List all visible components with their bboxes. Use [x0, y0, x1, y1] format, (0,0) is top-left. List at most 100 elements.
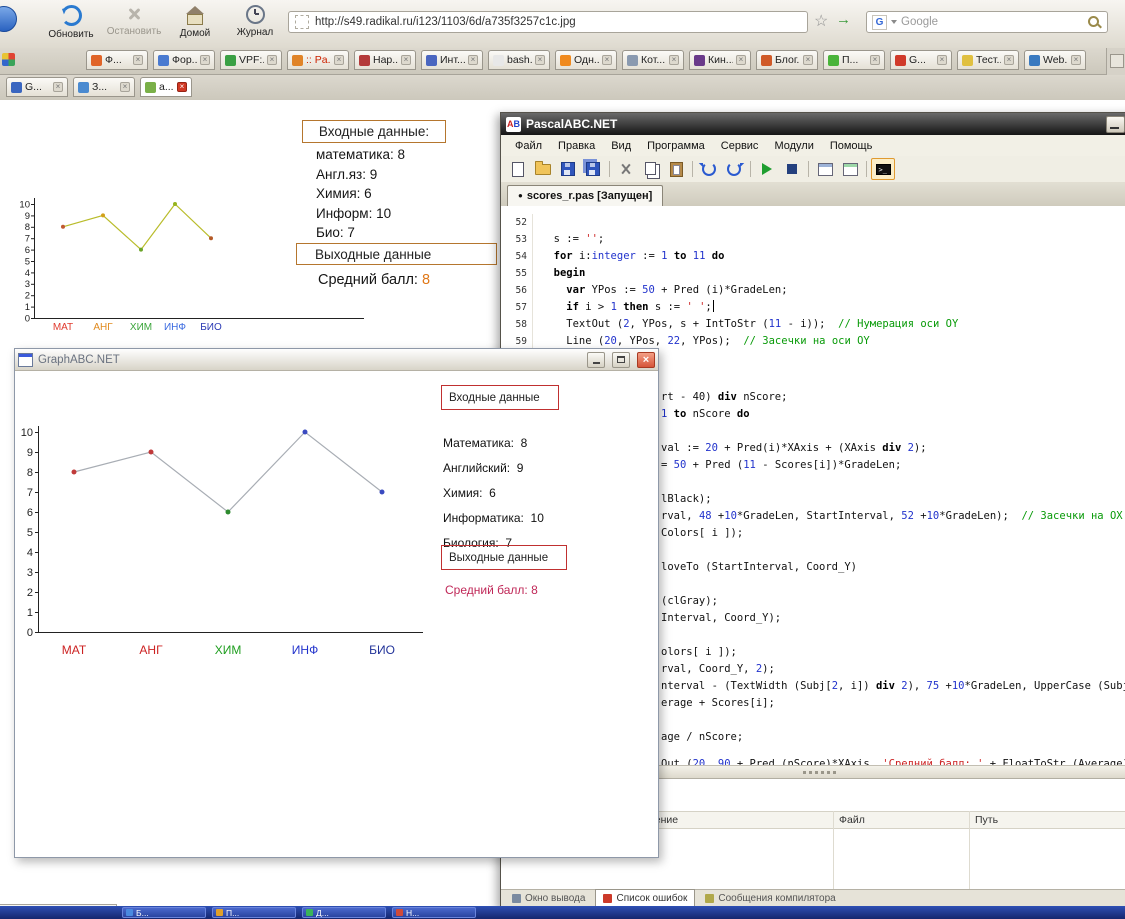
- code-text: s := '';: [533, 231, 604, 248]
- window-tile-button[interactable]: [838, 158, 862, 180]
- splitter-grip-icon: [803, 771, 839, 774]
- stop-label: Остановить: [107, 26, 162, 37]
- tab-close-icon[interactable]: [120, 82, 130, 92]
- tab-close-icon[interactable]: [53, 82, 63, 92]
- browser-tab[interactable]: Одн...: [555, 50, 617, 70]
- go-arrow-icon[interactable]: [836, 11, 851, 28]
- window-cascade-button[interactable]: [813, 158, 837, 180]
- browser-tab[interactable]: VPF:...: [220, 50, 282, 70]
- tab-favicon-icon: [694, 55, 705, 66]
- browser-tab[interactable]: G...: [6, 77, 68, 97]
- browser-tab[interactable]: Нар...: [354, 50, 416, 70]
- cut-button[interactable]: [614, 158, 638, 180]
- maximize-button[interactable]: [612, 352, 630, 368]
- pascal-menu-item[interactable]: Вид: [603, 138, 639, 154]
- tab-close-icon[interactable]: [133, 55, 143, 65]
- pascal-window-title: PascalABC.NET: [526, 117, 617, 131]
- tab-label: Блог...: [775, 54, 800, 66]
- tab-close-icon[interactable]: [468, 55, 478, 65]
- tab-close-icon[interactable]: [334, 55, 344, 65]
- open-file-icon: [535, 164, 551, 175]
- code-line: 52: [501, 214, 1125, 231]
- tab-close-icon[interactable]: [937, 55, 947, 65]
- bookmark-star-icon[interactable]: [814, 11, 828, 31]
- browser-tab[interactable]: Тест...: [957, 50, 1019, 70]
- code-fragment: olors[ i ]);: [661, 644, 737, 661]
- copy-icon: [645, 162, 656, 175]
- tab-close-icon[interactable]: [803, 55, 813, 65]
- taskbar-button[interactable]: Н...: [392, 907, 476, 918]
- pascal-menu-item[interactable]: Помощь: [822, 138, 881, 154]
- editor-tab[interactable]: scores_r.pas [Запущен]: [507, 185, 663, 206]
- browser-tab[interactable]: bash...: [488, 50, 550, 70]
- browser-tab[interactable]: :: Pa...: [287, 50, 349, 70]
- tab-close-icon[interactable]: [177, 82, 187, 92]
- undo-button[interactable]: [697, 158, 721, 180]
- tab-close-icon[interactable]: [669, 55, 679, 65]
- browser-tab[interactable]: G...: [890, 50, 952, 70]
- taskbar-button[interactable]: Д...: [302, 907, 386, 918]
- tab-close-icon[interactable]: [736, 55, 746, 65]
- close-button[interactable]: [637, 352, 655, 368]
- panel-tab[interactable]: Сообщения компилятора: [697, 889, 843, 907]
- browser-tab[interactable]: Web...: [1024, 50, 1086, 70]
- tab-close-icon[interactable]: [1071, 55, 1081, 65]
- open-file-button[interactable]: [531, 158, 555, 180]
- line-number: 53: [501, 231, 533, 248]
- browser-tab[interactable]: a...: [140, 77, 192, 97]
- browser-tab[interactable]: Инт...: [421, 50, 483, 70]
- tab-close-icon[interactable]: [200, 55, 210, 65]
- paste-button[interactable]: [664, 158, 688, 180]
- search-engine-caret-icon[interactable]: [891, 20, 897, 24]
- pascal-menu-item[interactable]: Программа: [639, 138, 713, 154]
- tab-close-icon[interactable]: [401, 55, 411, 65]
- browser-tab[interactable]: Блог...: [756, 50, 818, 70]
- overflow-button[interactable]: [1110, 54, 1124, 68]
- pascal-titlebar[interactable]: PascalABC.NET: [501, 113, 1125, 135]
- save-all-button[interactable]: [581, 158, 605, 180]
- panel-tab[interactable]: Список ошибок: [595, 889, 695, 907]
- code-fragment: Out (20, 90 + Pred (nScore)*XAxis, 'Сред…: [661, 756, 1125, 765]
- refresh-button[interactable]: Обновить: [40, 5, 102, 40]
- address-bar[interactable]: http://s49.radikal.ru/i123/1103/6d/a735f…: [288, 11, 808, 33]
- panel-tab[interactable]: Окно вывода: [504, 889, 593, 907]
- tab-close-icon[interactable]: [535, 55, 545, 65]
- svg-text:7: 7: [25, 234, 30, 245]
- save-button[interactable]: [556, 158, 580, 180]
- console-button[interactable]: [871, 158, 895, 180]
- copy-button[interactable]: [639, 158, 663, 180]
- browser-tab[interactable]: П...: [823, 50, 885, 70]
- browser-tab[interactable]: Ф...: [86, 50, 148, 70]
- pascal-menu-item[interactable]: Файл: [507, 138, 550, 154]
- taskbar-button[interactable]: Б...: [122, 907, 206, 918]
- redo-button[interactable]: [722, 158, 746, 180]
- browser-tab[interactable]: Кин...: [689, 50, 751, 70]
- graph-titlebar[interactable]: GraphABC.NET: [15, 349, 658, 371]
- tab-close-icon[interactable]: [1004, 55, 1014, 65]
- stop-button[interactable]: [780, 158, 804, 180]
- tab-row-left-icon[interactable]: [2, 53, 15, 66]
- pascal-menu-item[interactable]: Сервис: [713, 138, 767, 154]
- search-box[interactable]: Google: [866, 11, 1108, 33]
- minimize-button[interactable]: [1106, 116, 1125, 133]
- search-icon[interactable]: [1087, 15, 1102, 30]
- run-button[interactable]: [755, 158, 779, 180]
- tab-close-icon[interactable]: [870, 55, 880, 65]
- browser-tab[interactable]: З...: [73, 77, 135, 97]
- svg-text:2: 2: [27, 587, 33, 599]
- browser-tab[interactable]: Кот...: [622, 50, 684, 70]
- tab-favicon-icon: [627, 55, 638, 66]
- tab-close-icon[interactable]: [602, 55, 612, 65]
- back-icon[interactable]: [0, 6, 17, 32]
- pascal-menu-item[interactable]: Правка: [550, 138, 603, 154]
- home-button[interactable]: Домой: [168, 5, 222, 39]
- history-button[interactable]: Журнал: [226, 5, 284, 38]
- tab-close-icon[interactable]: [267, 55, 277, 65]
- taskbar-button[interactable]: П...: [212, 907, 296, 918]
- browser-tab[interactable]: Фор...: [153, 50, 215, 70]
- new-file-button[interactable]: [506, 158, 530, 180]
- err-tab-icon: [603, 894, 612, 903]
- minimize-button[interactable]: [587, 352, 605, 368]
- stop-button[interactable]: Остановить: [102, 5, 166, 37]
- pascal-menu-item[interactable]: Модули: [766, 138, 821, 154]
